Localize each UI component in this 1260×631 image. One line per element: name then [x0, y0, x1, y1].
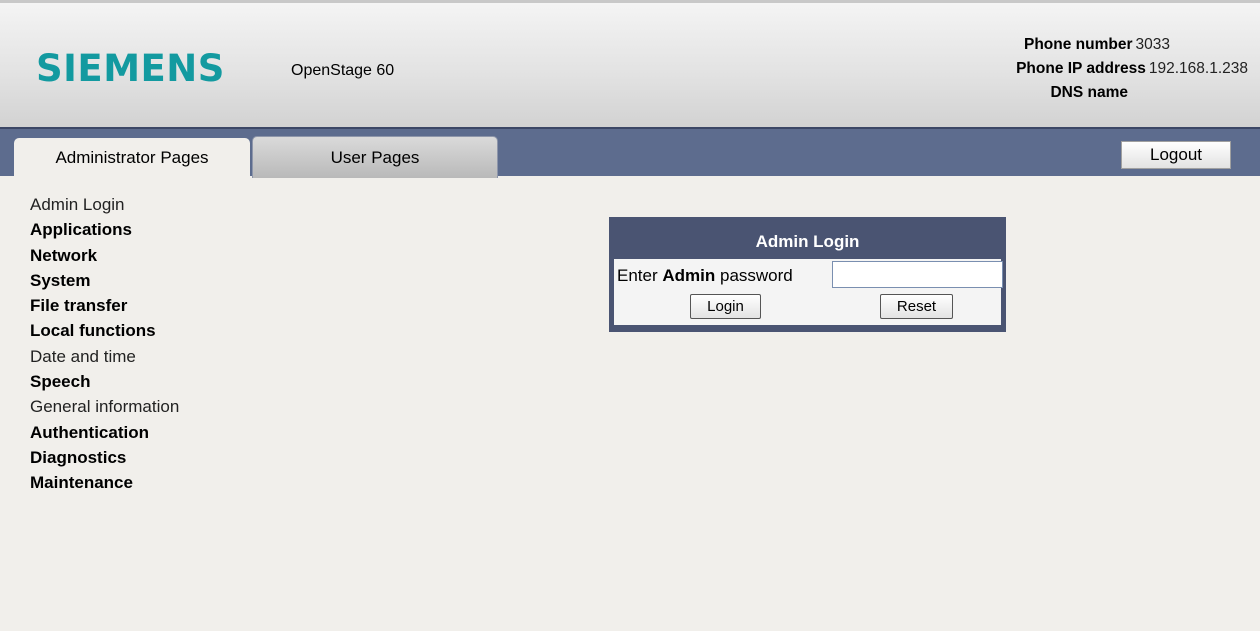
phone-ip-label: Phone IP address [1016, 60, 1146, 77]
tab-administrator-pages[interactable]: Administrator Pages [14, 138, 250, 178]
sidebar-item-maintenance[interactable]: Maintenance [30, 470, 250, 495]
phone-number-label: Phone number [1024, 36, 1133, 53]
admin-password-input[interactable] [832, 261, 1003, 288]
tab-user-pages[interactable]: User Pages [252, 136, 498, 178]
login-panel-title: Admin Login [755, 232, 860, 251]
logout-button[interactable]: Logout [1121, 141, 1231, 169]
reset-button[interactable]: Reset [880, 294, 953, 319]
password-prompt: Enter Admin password [617, 266, 793, 286]
sidebar-item-applications[interactable]: Applications [30, 217, 250, 242]
phone-ip-row: Phone IP address 192.168.1.238 [1016, 57, 1248, 81]
header: SIEMENS OpenStage 60 Phone number 3033 Ph… [0, 0, 1260, 128]
phone-model: OpenStage 60 [291, 62, 395, 79]
phone-number-row: Phone number 3033 [1024, 33, 1170, 57]
prompt-admin: Admin [662, 266, 716, 285]
sidebar-item-authentication[interactable]: Authentication [30, 420, 250, 445]
sidebar-item-network[interactable]: Network [30, 243, 250, 268]
sidebar-item-admin-login[interactable]: Admin Login [30, 192, 250, 217]
sidebar-item-system[interactable]: System [30, 268, 250, 293]
sidebar-item-file-transfer[interactable]: File transfer [30, 293, 250, 318]
dns-name-label: DNS name [1050, 84, 1128, 101]
login-button[interactable]: Login [690, 294, 761, 319]
nav-bar: Administrator Pages User Pages Logout [0, 127, 1260, 178]
sidebar-item-diagnostics[interactable]: Diagnostics [30, 445, 250, 470]
prompt-suffix: password [720, 266, 793, 285]
sidebar-item-date-and-time[interactable]: Date and time [30, 344, 250, 369]
phone-ip-value: 192.168.1.238 [1148, 60, 1248, 77]
prompt-prefix: Enter [617, 266, 658, 285]
dns-name-row: DNS name [1050, 81, 1128, 105]
admin-login-panel: Admin Login Enter Admin password Login R… [609, 217, 1006, 332]
login-form: Enter Admin password Login Reset [614, 259, 1003, 325]
sidebar-item-local-functions[interactable]: Local functions [30, 318, 250, 343]
sidebar-item-speech[interactable]: Speech [30, 369, 250, 394]
sidebar-menu: Admin Login Applications Network System … [30, 192, 250, 496]
phone-number-value: 3033 [1135, 36, 1170, 53]
sidebar-item-general-information[interactable]: General information [30, 394, 250, 419]
siemens-logo: SIEMENS [36, 47, 225, 90]
